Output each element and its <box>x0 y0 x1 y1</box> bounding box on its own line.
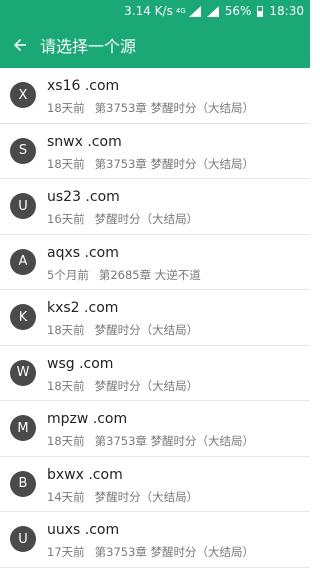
update-time: 18天前 <box>47 434 85 448</box>
source-meta: 5个月前 第2685章 大逆不道 <box>47 267 201 283</box>
latest-chapter: 第3753章 梦醒时分（大结局） <box>94 434 255 448</box>
source-name: uuxs .com <box>47 522 120 538</box>
source-item[interactable]: S snwx .com 18天前 第3753章 梦醒时分（大结局） <box>0 124 310 179</box>
source-name: wsg .com <box>47 355 114 372</box>
avatar-letter: U <box>18 198 28 214</box>
update-time: 18天前 <box>47 378 85 393</box>
back-button[interactable] <box>0 22 40 68</box>
network-type-label: 4G <box>175 7 186 15</box>
source-avatar: S <box>10 137 36 164</box>
source-name: aqxs .com <box>47 244 119 261</box>
source-meta: 14天前 梦醒时分（大结局） <box>47 489 198 505</box>
source-item[interactable]: A aqxs .com 5个月前 第2685章 大逆不道 <box>0 235 310 290</box>
avatar-letter: X <box>18 87 28 103</box>
source-item[interactable]: U uuxs .com 17天前 第3753章 梦醒时分（大结局） <box>0 512 310 568</box>
battery-icon <box>257 5 264 17</box>
signal-icon-secondary <box>206 5 219 17</box>
update-time: 17天前 <box>47 545 85 559</box>
network-speed: 3.14 K/s <box>124 4 173 18</box>
latest-chapter: 梦醒时分（大结局） <box>94 323 199 337</box>
avatar-letter: K <box>18 309 28 325</box>
source-meta: 17天前 第3753章 梦醒时分（大结局） <box>47 544 254 560</box>
avatar-letter: A <box>18 254 28 269</box>
battery-percent: 56% <box>224 4 252 18</box>
source-item[interactable]: K kxs2 .com 18天前 梦醒时分（大结局） <box>0 290 310 346</box>
source-name: kxs2 .com <box>47 300 119 316</box>
source-name: bxwx .com <box>47 466 123 483</box>
signal-icon <box>188 5 201 17</box>
source-avatar: W <box>10 359 36 386</box>
source-avatar: U <box>10 526 36 552</box>
update-time: 18天前 <box>47 101 85 115</box>
source-meta: 18天前 第3753章 梦醒时分（大结局） <box>47 100 254 116</box>
update-time: 18天前 <box>47 323 85 337</box>
source-avatar: K <box>10 304 36 330</box>
page-title: 请选择一个源 <box>40 37 137 56</box>
source-item[interactable]: U us23 .com 16天前 梦醒时分（大结局） <box>0 179 310 235</box>
avatar-letter: B <box>18 476 28 491</box>
source-name: mpzw .com <box>47 411 128 427</box>
source-avatar: X <box>10 82 36 108</box>
source-list: X xs16 .com 18天前 第3753章 梦醒时分（大结局） S snwx … <box>0 68 310 568</box>
source-avatar: B <box>10 470 36 497</box>
update-time: 5个月前 <box>47 267 89 282</box>
avatar-letter: W <box>16 365 30 380</box>
source-meta: 18天前 第3753章 梦醒时分（大结局） <box>47 433 254 449</box>
avatar-letter: U <box>18 531 28 547</box>
source-meta: 18天前 第3753章 梦醒时分（大结局） <box>47 156 254 172</box>
latest-chapter: 第2685章 大逆不道 <box>98 267 201 282</box>
source-avatar: A <box>10 248 36 275</box>
source-meta: 18天前 梦醒时分（大结局） <box>47 378 198 394</box>
latest-chapter: 梦醒时分（大结局） <box>94 489 199 504</box>
source-avatar: M <box>10 415 36 441</box>
update-time: 16天前 <box>47 212 85 226</box>
avatar-letter: S <box>18 143 28 158</box>
status-bar: 3.14 K/s 4G 56% 18:30 <box>0 0 310 22</box>
clock: 18:30 <box>269 4 304 18</box>
latest-chapter: 第3753章 梦醒时分（大结局） <box>94 156 255 171</box>
source-name: xs16 .com <box>47 78 120 94</box>
source-name: snwx .com <box>47 133 122 150</box>
source-item[interactable]: B bxwx .com 14天前 梦醒时分（大结局） <box>0 457 310 512</box>
update-time: 14天前 <box>47 489 85 504</box>
source-name: us23 .com <box>47 189 120 205</box>
latest-chapter: 第3753章 梦醒时分（大结局） <box>94 545 255 559</box>
latest-chapter: 梦醒时分（大结局） <box>94 378 199 393</box>
update-time: 18天前 <box>47 156 85 171</box>
source-item[interactable]: W wsg .com 18天前 梦醒时分（大结局） <box>0 346 310 401</box>
latest-chapter: 第3753章 梦醒时分（大结局） <box>94 101 255 115</box>
latest-chapter: 梦醒时分（大结局） <box>94 212 199 226</box>
source-meta: 18天前 梦醒时分（大结局） <box>47 322 198 338</box>
source-item[interactable]: X xs16 .com 18天前 第3753章 梦醒时分（大结局） <box>0 68 310 124</box>
source-item[interactable]: M mpzw .com 18天前 第3753章 梦醒时分（大结局） <box>0 401 310 457</box>
app-bar: 请选择一个源 <box>0 22 310 68</box>
arrow-left-icon <box>14 39 26 51</box>
avatar-letter: M <box>17 420 29 436</box>
source-avatar: U <box>10 193 36 219</box>
source-meta: 16天前 梦醒时分（大结局） <box>47 211 198 227</box>
